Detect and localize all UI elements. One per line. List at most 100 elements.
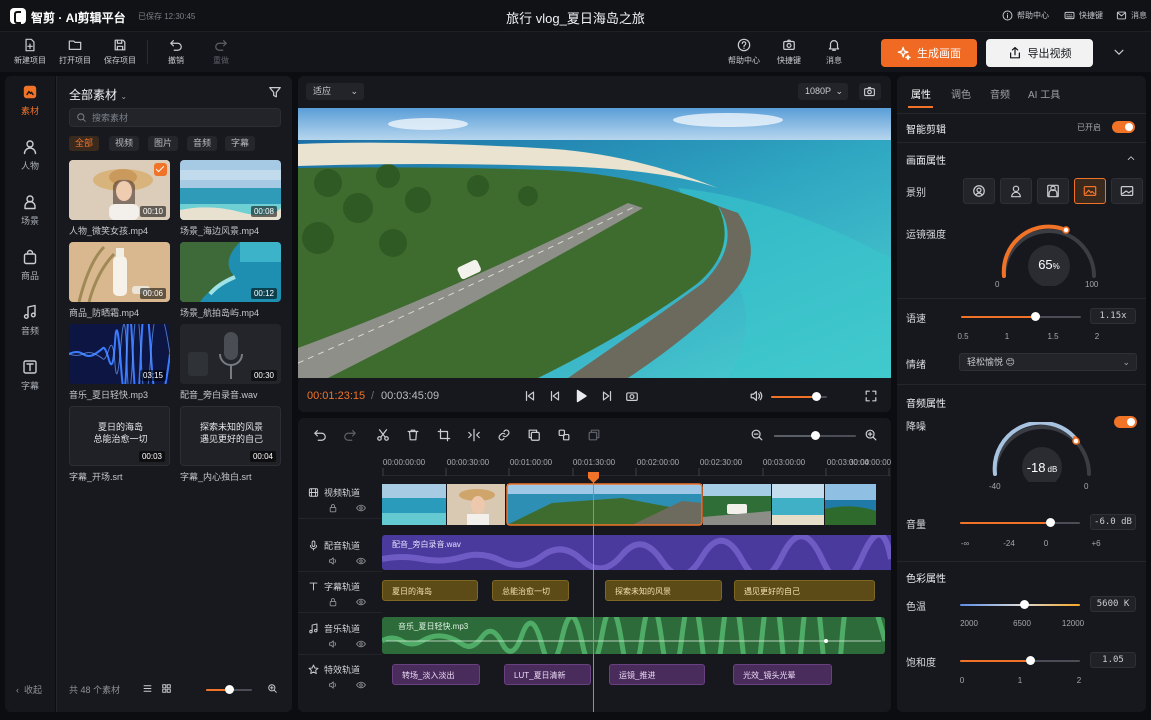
fit-select[interactable]: 适应 ⌄ [306,83,364,100]
video-clip[interactable] [772,484,824,525]
save-project-button[interactable]: 保存项目 [98,38,142,66]
filter-icon[interactable] [268,85,282,99]
generate-frame-button[interactable]: 生成画面 [881,39,977,67]
help-center-button[interactable]: 帮助中心 [722,38,766,66]
chevron-down-icon[interactable] [1112,45,1126,59]
shortcuts-button[interactable]: 快捷键 [767,38,811,66]
lock-icon[interactable] [328,597,338,607]
speed-value[interactable]: 1.15x [1090,308,1136,324]
video-preview[interactable] [298,108,891,378]
resolution-select[interactable]: 1080P ⌄ [798,83,848,100]
fullscreen-icon[interactable] [864,389,878,403]
zoom-out-icon[interactable] [750,428,764,442]
eye-icon[interactable] [356,680,366,690]
library-zoom-slider[interactable] [206,685,252,694]
crop-icon[interactable] [437,428,451,442]
asset-card-music[interactable]: 03:15 音乐_夏日轻快.mp3 [69,324,170,401]
video-clip[interactable] [382,484,446,525]
redo-button[interactable]: 重做 [199,38,243,66]
nav-item-subtitles[interactable]: 字幕 [5,359,55,392]
nav-item-people[interactable]: 人物 [5,139,55,172]
library-title-dropdown[interactable]: 全部素材 ⌄ [69,86,127,103]
playhead-handle[interactable] [588,472,599,483]
eye-icon[interactable] [356,639,366,649]
play-icon[interactable] [573,388,589,404]
eye-icon[interactable] [356,503,366,513]
volume-icon[interactable] [328,556,338,566]
grid-view-icon[interactable] [161,683,172,694]
open-project-button[interactable]: 打开项目 [53,38,97,66]
asset-card-aerial[interactable]: 00:12 场景_航拍岛屿.mp4 [180,242,281,319]
redo-icon[interactable] [343,428,357,442]
slider-knob[interactable] [225,685,234,694]
timeline-zoom-slider[interactable] [774,431,856,440]
subtitle-clip[interactable]: 夏日的海岛 [382,580,478,601]
shot-option-closeup[interactable] [1000,178,1032,204]
subtitle-clip[interactable]: 探索未知的风景 [605,580,722,601]
undo-button[interactable]: 撤销 [154,38,198,66]
list-view-icon[interactable] [142,683,153,694]
effect-clip[interactable]: 运镜_推进 [609,664,705,685]
nav-item-products[interactable]: 商品 [5,249,55,282]
effect-clip[interactable]: 光效_镜头光晕 [733,664,832,685]
tab-properties[interactable]: 属性 [911,86,931,101]
tab-audio[interactable]: 音频 [990,86,1010,101]
top-messages-link[interactable]: 消息 [1116,10,1147,21]
nav-item-audio[interactable]: 音频 [5,304,55,337]
motion-gauge[interactable] [994,218,1104,286]
saturation-value[interactable]: 1.05 [1090,652,1136,668]
skip-to-start-icon[interactable] [523,389,537,403]
undo-icon[interactable] [313,428,327,442]
asset-card-subtitle-monologue[interactable]: 探索未知的风景 遇见更好的自己 00:04 字幕_内心独白.srt [180,406,281,483]
shot-option-medium[interactable] [1037,178,1069,204]
asset-card-voiceover[interactable]: 00:30 配音_旁白录音.wav [180,324,281,401]
filter-chip-image[interactable]: 图片 [148,136,179,151]
subtitle-clip[interactable]: 遇见更好的自己 [734,580,875,601]
tab-ai-tools[interactable]: AI 工具 [1028,86,1060,101]
subtitle-clip[interactable]: 总能治愈一切 [492,580,569,601]
volume-slider[interactable] [960,518,1080,527]
split-icon[interactable] [467,428,481,442]
volume-value[interactable]: -6.0 dB [1090,514,1136,530]
search-input[interactable] [92,111,272,125]
saturation-slider[interactable] [960,656,1080,665]
volume-icon[interactable] [749,389,763,403]
slider-knob[interactable] [1025,656,1035,665]
step-back-icon[interactable] [548,389,562,403]
messages-button[interactable]: 消息 [812,38,856,66]
link-icon[interactable] [497,428,511,442]
filter-chip-all[interactable]: 全部 [69,136,100,151]
video-clip[interactable] [447,484,505,525]
smart-edit-toggle[interactable] [1112,121,1135,133]
music-clip[interactable]: 音乐_夏日轻快.mp3 [382,617,885,654]
trash-icon[interactable] [406,428,420,442]
step-forward-icon[interactable] [600,389,614,403]
zoom-in-icon[interactable] [267,683,278,694]
nav-item-scenes[interactable]: 场景 [5,194,55,227]
slider-knob[interactable] [1031,312,1041,321]
denoise-toggle[interactable] [1114,416,1137,428]
asset-card-seaside[interactable]: 00:08 场景_海边风景.mp4 [180,160,281,237]
asset-card-girl[interactable]: 00:10 人物_微笑女孩.mp4 [69,160,170,237]
top-shortcuts-link[interactable]: 快捷键 [1064,10,1103,21]
scissors-icon[interactable] [376,428,390,442]
volume-icon[interactable] [328,639,338,649]
capture-frame-icon[interactable] [625,389,639,403]
slider-knob[interactable] [811,392,821,401]
copy-icon[interactable] [527,428,541,442]
video-clip-selected[interactable] [506,483,703,526]
video-clip[interactable] [825,484,876,525]
playhead[interactable] [593,473,594,712]
temperature-slider[interactable] [960,600,1080,609]
snapshot-button[interactable] [859,83,881,100]
shot-option-extreme-wide[interactable] [1111,178,1143,204]
eye-icon[interactable] [356,556,366,566]
group-icon[interactable] [587,428,601,442]
effect-clip[interactable]: 转场_淡入淡出 [392,664,480,685]
slider-knob[interactable] [1019,600,1029,609]
asset-card-subtitle-intro[interactable]: 夏日的海岛 总能治愈一切 00:03 字幕_开场.srt [69,406,170,483]
nav-item-materials[interactable]: 素材 [5,84,55,117]
asset-card-sunscreen[interactable]: 00:06 商品_防晒霜.mp4 [69,242,170,319]
mood-select[interactable]: 轻松愉悦 😊 ⌄ [959,353,1137,371]
shot-option-wide[interactable] [1074,178,1106,204]
